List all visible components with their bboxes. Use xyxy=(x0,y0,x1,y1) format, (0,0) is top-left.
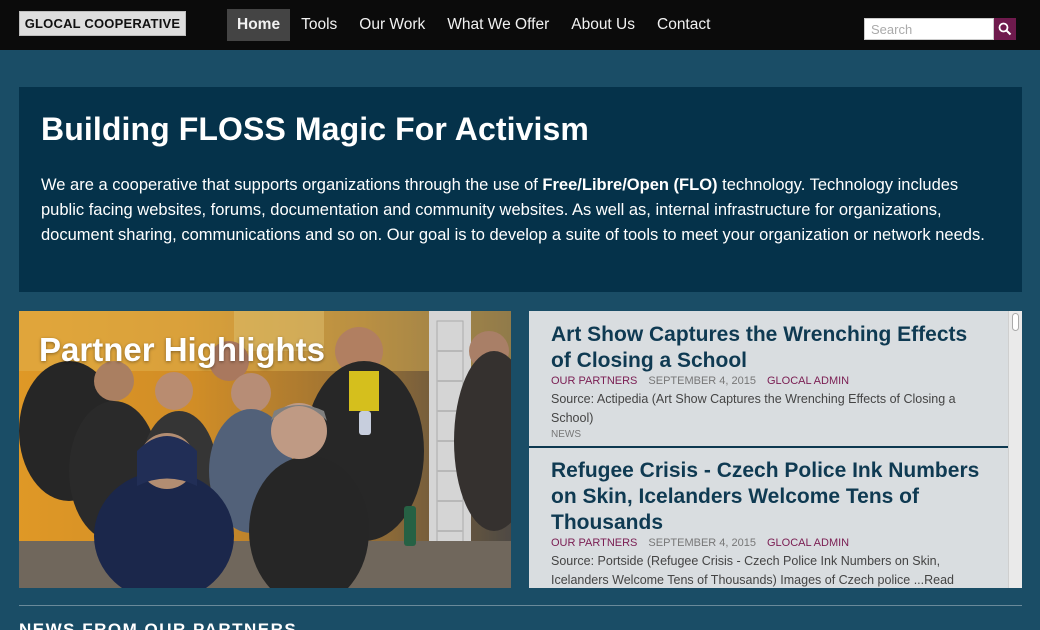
news-list: Art Show Captures the Wrenching Effects … xyxy=(529,311,1022,588)
news-author-link[interactable]: GLOCAL ADMIN xyxy=(767,537,849,550)
news-date: SEPTEMBER 4, 2015 xyxy=(648,537,756,549)
news-category-link[interactable]: OUR PARTNERS xyxy=(551,375,637,388)
top-navigation-bar: GLOCAL COOPERATIVE Home Tools Our Work W… xyxy=(0,0,1040,50)
main-nav: Home Tools Our Work What We Offer About … xyxy=(227,9,721,41)
news-item: Refugee Crisis - Czech Police Ink Number… xyxy=(529,450,1009,588)
nav-our-work[interactable]: Our Work xyxy=(348,9,436,41)
section-divider xyxy=(19,605,1022,606)
flo-emphasis: Free/Libre/Open (FLO) xyxy=(542,176,718,194)
news-scrollbar[interactable] xyxy=(1008,311,1022,588)
news-date: SEPTEMBER 4, 2015 xyxy=(648,375,756,387)
nav-home[interactable]: Home xyxy=(227,9,291,41)
news-title-link[interactable]: Refugee Crisis - Czech Police Ink Number… xyxy=(551,458,987,536)
partner-highlights-photo[interactable]: Partner Highlights xyxy=(19,311,511,588)
news-title-link[interactable]: Art Show Captures the Wrenching Effects … xyxy=(551,322,987,374)
news-meta: OUR PARTNERS SEPTEMBER 4, 2015 GLOCAL AD… xyxy=(551,375,987,388)
news-tag-link[interactable]: NEWS xyxy=(551,428,987,441)
nav-about-us[interactable]: About Us xyxy=(560,9,646,41)
news-category-link[interactable]: OUR PARTNERS xyxy=(551,537,637,550)
hero-panel: Building FLOSS Magic For Activism We are… xyxy=(19,87,1022,292)
search-button[interactable] xyxy=(994,18,1016,40)
search-box xyxy=(864,18,994,40)
partner-highlights-title: Partner Highlights xyxy=(39,331,326,368)
hero-title: Building FLOSS Magic For Activism xyxy=(41,111,589,147)
nav-contact[interactable]: Contact xyxy=(646,9,721,41)
hero-description: We are a cooperative that supports organ… xyxy=(41,176,985,244)
scrollbar-thumb[interactable] xyxy=(1012,313,1019,331)
search-input[interactable] xyxy=(865,19,993,39)
nav-tools[interactable]: Tools xyxy=(290,9,348,41)
site-logo[interactable]: GLOCAL COOPERATIVE xyxy=(19,11,186,36)
news-from-partners-heading: NEWS FROM OUR PARTNERS xyxy=(19,620,298,630)
news-author-link[interactable]: GLOCAL ADMIN xyxy=(767,375,849,388)
news-meta: OUR PARTNERS SEPTEMBER 4, 2015 GLOCAL AD… xyxy=(551,537,987,550)
nav-what-we-offer[interactable]: What We Offer xyxy=(436,9,560,41)
news-excerpt: Source: Actipedia (Art Show Captures the… xyxy=(551,392,956,425)
news-item: Art Show Captures the Wrenching Effects … xyxy=(529,311,1009,448)
news-excerpt: Source: Portside (Refugee Crisis - Czech… xyxy=(551,554,954,587)
magnifier-icon xyxy=(998,22,1012,36)
